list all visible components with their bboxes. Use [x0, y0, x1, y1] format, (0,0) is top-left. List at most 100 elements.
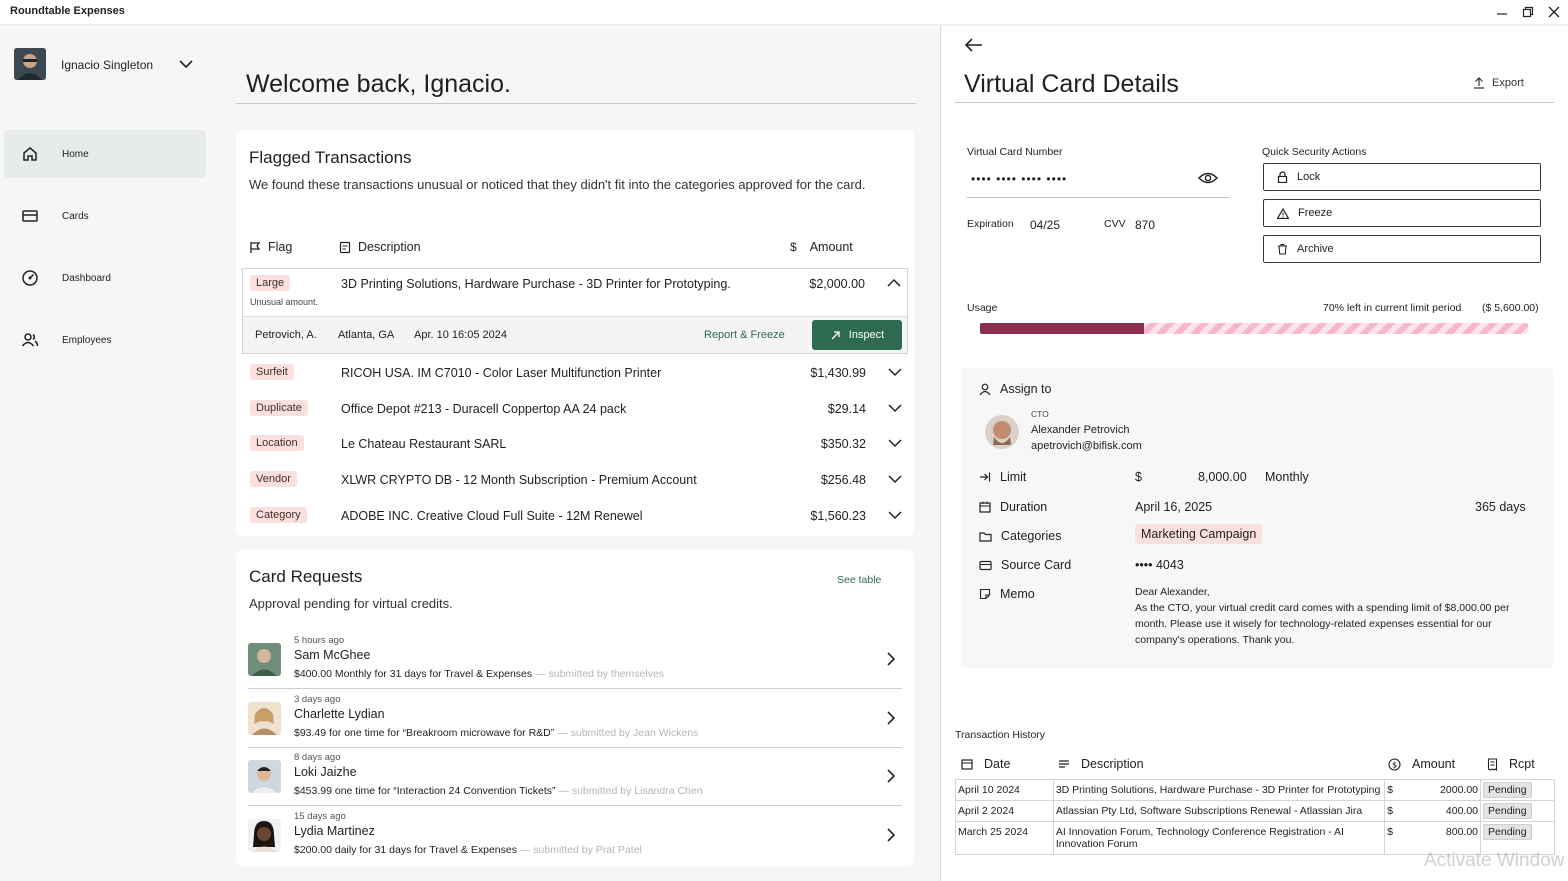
header-flag[interactable]: Flag: [249, 240, 292, 254]
minimize-button[interactable]: [1488, 2, 1516, 22]
person-icon: [979, 383, 991, 395]
gauge-icon: [21, 269, 39, 287]
duration-days: 365 days: [1475, 500, 1526, 514]
chevron-right-icon[interactable]: [884, 827, 898, 843]
assignee-email[interactable]: apetrovich@bifisk.com: [1031, 440, 1142, 452]
table-row[interactable]: April 10 2024 3D Printing Solutions, Har…: [955, 779, 1555, 801]
request-time: 5 hours ago: [294, 635, 345, 646]
limit-arrow-icon: [980, 472, 991, 482]
history-header-description[interactable]: Description: [1058, 757, 1144, 771]
maximize-button[interactable]: [1514, 2, 1542, 22]
cvv-value: 870: [1135, 218, 1156, 232]
usage-progress-bar: [980, 323, 1528, 334]
virtual-card-panel: Virtual Card Details Export Virtual Card…: [940, 26, 1568, 881]
flag-badge: Location: [250, 435, 304, 451]
chevron-down-icon[interactable]: [888, 508, 902, 522]
list-item[interactable]: 8 days ago Loki Jaizhe $453.99 one time …: [248, 748, 902, 806]
request-detail: $400.00 Monthly for 31 days for Travel &…: [294, 668, 665, 680]
expanded-transaction[interactable]: Large Unusual amount. 3D Printing Soluti…: [242, 268, 908, 354]
tx-description: Le Chateau Restaurant SARL: [341, 437, 507, 451]
memo-label: Memo: [979, 587, 1035, 601]
close-button[interactable]: [1540, 2, 1568, 22]
history-header-amount[interactable]: $ Amount: [1388, 757, 1455, 771]
flag-badge: Large: [250, 275, 291, 291]
header-description[interactable]: Description: [339, 240, 421, 254]
divider: [236, 103, 916, 104]
chevron-down-icon[interactable]: [178, 56, 194, 72]
chevron-up-icon[interactable]: [887, 276, 901, 290]
source-card-value: •••• 4043: [1135, 558, 1184, 572]
person-avatar-icon: [248, 643, 281, 676]
note-icon: [339, 241, 351, 253]
sidebar: Ignacio Singleton Home Cards Dashboard E…: [0, 26, 210, 881]
card-requests-card: Card Requests See table Approval pending…: [236, 550, 914, 866]
history-amount: $400.00: [1384, 800, 1482, 822]
transaction-row[interactable]: Location Le Chateau Restaurant SARL $350…: [236, 433, 914, 469]
sidebar-item-home[interactable]: Home: [4, 130, 206, 178]
tx-datetime: Apr. 10 16:05 2024: [414, 329, 507, 341]
flag-badge: Category: [250, 507, 307, 523]
sidebar-item-dashboard[interactable]: Dashboard: [4, 254, 206, 302]
tx-amount: $29.14: [827, 402, 866, 416]
history-header-date[interactable]: Date: [961, 757, 1010, 771]
usage-left: 70% left in current limit period: [1323, 302, 1462, 314]
header-amount[interactable]: $ Amount: [790, 240, 853, 254]
avatar: [14, 48, 46, 80]
sidebar-item-label: Dashboard: [62, 273, 111, 284]
inspect-button[interactable]: Inspect: [812, 320, 902, 350]
chevron-right-icon[interactable]: [884, 710, 898, 726]
archive-button[interactable]: Archive: [1263, 235, 1541, 263]
close-icon: [1548, 6, 1560, 18]
card-number-label: Virtual Card Number: [967, 146, 1063, 158]
chevron-down-icon[interactable]: [888, 436, 902, 450]
tx-amount: $256.48: [820, 473, 866, 487]
app-title: Roundtable Expenses: [10, 5, 125, 17]
restore-icon: [1522, 6, 1534, 18]
user-menu[interactable]: Ignacio Singleton: [14, 48, 200, 82]
lines-icon: [1059, 760, 1069, 768]
transaction-row[interactable]: Duplicate Office Depot #213 - Duracell C…: [236, 398, 914, 434]
table-row[interactable]: April 2 2024 Atlassian Pty Ltd, Software…: [955, 800, 1555, 822]
calendar-icon: [961, 759, 973, 770]
list-item[interactable]: 5 hours ago Sam McGhee $400.00 Monthly f…: [248, 631, 902, 689]
limit-period: Monthly: [1265, 470, 1309, 484]
chevron-down-icon[interactable]: [888, 365, 902, 379]
chevron-right-icon[interactable]: [884, 768, 898, 784]
flag-icon: [250, 241, 261, 253]
avatar: [248, 760, 281, 793]
flagged-title: Flagged Transactions: [249, 148, 412, 167]
chevron-down-icon[interactable]: [888, 401, 902, 415]
report-freeze-link[interactable]: Report & Freeze: [704, 329, 785, 341]
folder-icon: [979, 531, 992, 542]
list-item[interactable]: 15 days ago Lydia Martinez $200.00 daily…: [248, 807, 902, 865]
activation-watermark: Activate Window: [1424, 850, 1565, 871]
sidebar-item-label: Cards: [62, 211, 89, 222]
back-arrow-icon[interactable]: [965, 38, 983, 52]
eye-icon[interactable]: [1198, 171, 1218, 185]
sidebar-item-cards[interactable]: Cards: [4, 192, 206, 240]
history-header-receipt[interactable]: Rcpt: [1487, 757, 1535, 771]
freeze-button[interactable]: Freeze: [1263, 199, 1541, 227]
request-name: Charlette Lydian: [294, 707, 385, 721]
limit-value: 8,000.00: [1198, 470, 1247, 484]
transaction-row[interactable]: Vendor XLWR CRYPTO DB - 12 Month Subscri…: [236, 469, 914, 505]
request-detail: $200.00 daily for 31 days for Travel & E…: [294, 844, 642, 856]
transaction-row[interactable]: Surfeit RICOH USA. IM C7010 - Color Lase…: [236, 362, 914, 398]
person-avatar-icon: [985, 415, 1019, 449]
history-description: AI Innovation Forum, Technology Conferen…: [1052, 821, 1386, 855]
lock-button[interactable]: Lock: [1263, 163, 1541, 191]
list-item[interactable]: 3 days ago Charlette Lydian $93.49 for o…: [248, 690, 902, 748]
see-table-link[interactable]: See table: [837, 574, 881, 586]
tx-amount: $2,000.00: [809, 277, 865, 291]
tx-person: Petrovich, A.: [255, 329, 317, 341]
title-bar: Roundtable Expenses: [0, 0, 1568, 25]
sidebar-item-label: Home: [62, 149, 89, 160]
chevron-right-icon[interactable]: [884, 651, 898, 667]
sidebar-item-label: Employees: [62, 335, 112, 346]
sidebar-item-employees[interactable]: Employees: [4, 316, 206, 364]
upload-icon: [1474, 77, 1484, 89]
transaction-row[interactable]: Category ADOBE INC. Creative Cloud Full …: [236, 505, 914, 541]
chevron-down-icon[interactable]: [888, 472, 902, 486]
person-avatar-icon: [248, 760, 281, 793]
export-button[interactable]: Export: [1473, 77, 1524, 89]
